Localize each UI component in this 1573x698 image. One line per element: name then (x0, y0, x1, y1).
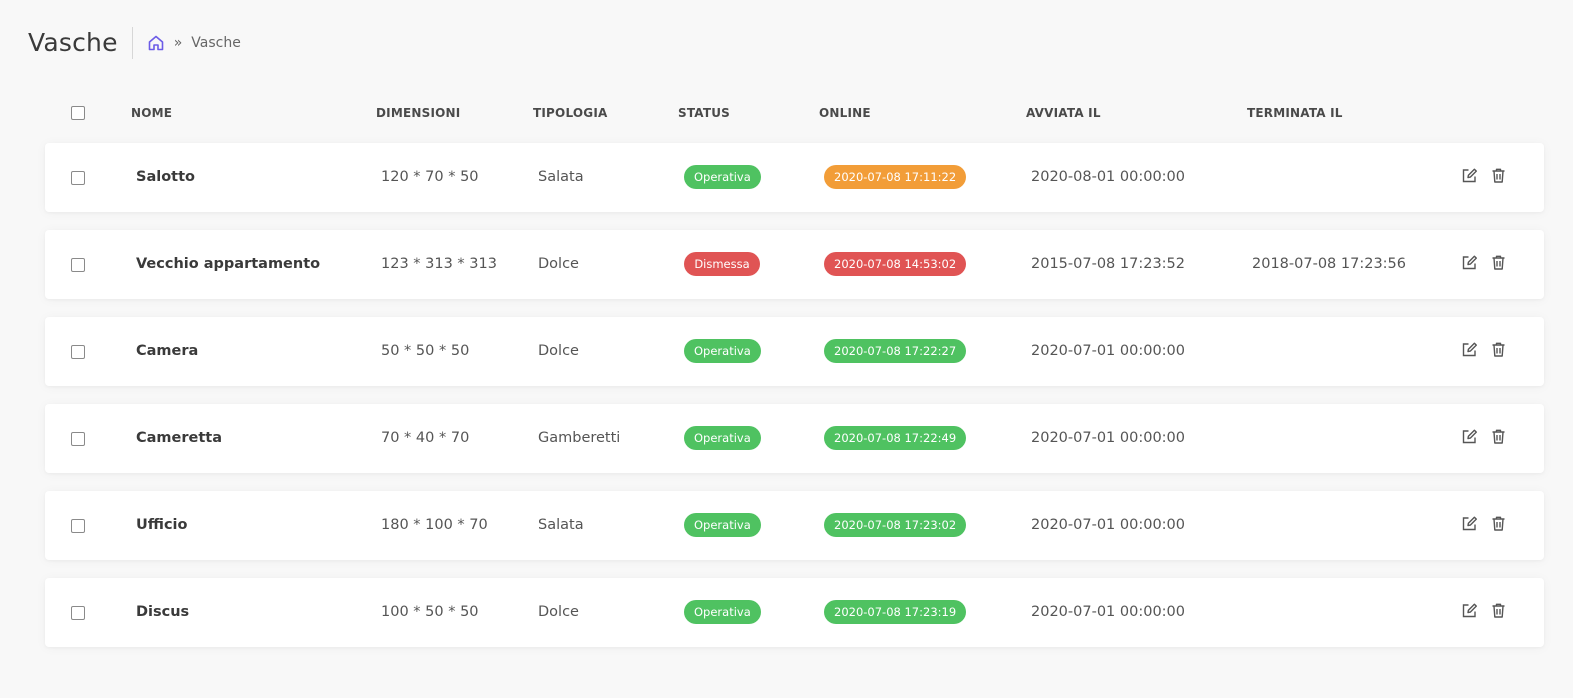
cell-type: Dolce (538, 604, 579, 620)
cell-name[interactable]: Camera (136, 317, 198, 386)
cell-dimensions: 120 * 70 * 50 (381, 169, 479, 185)
column-header-tipologia[interactable]: TIPOLOGIA (533, 104, 607, 122)
online-badge: 2020-07-08 17:22:49 (824, 426, 967, 450)
page-header: Vasche » Vasche (28, 26, 241, 60)
trash-icon[interactable] (1489, 340, 1507, 358)
table-body: Salotto 120 * 70 * 50 Salata Operativa 2… (45, 143, 1544, 665)
select-all-checkbox[interactable] (71, 106, 85, 120)
table-row[interactable]: Vecchio appartamento 123 * 313 * 313 Dol… (45, 230, 1544, 299)
cell-name[interactable]: Ufficio (136, 491, 187, 560)
table-row[interactable]: Camera 50 * 50 * 50 Dolce Operativa 2020… (45, 317, 1544, 386)
cell-dimensions: 100 * 50 * 50 (381, 604, 479, 620)
row-checkbox[interactable] (71, 171, 85, 185)
breadcrumb-separator: » (173, 35, 183, 51)
table-row[interactable]: Discus 100 * 50 * 50 Dolce Operativa 202… (45, 578, 1544, 647)
cell-dimensions: 70 * 40 * 70 (381, 430, 470, 446)
cell-name[interactable]: Discus (136, 578, 189, 647)
trash-icon[interactable] (1489, 427, 1507, 445)
cell-type: Salata (538, 169, 584, 185)
online-badge: 2020-07-08 17:22:27 (824, 339, 967, 363)
cell-started: 2015-07-08 17:23:52 (1031, 256, 1185, 272)
page: Vasche » Vasche NOME DIMENSIONI TIPOLOGI… (0, 0, 1573, 698)
trash-icon[interactable] (1489, 601, 1507, 619)
cell-started: 2020-08-01 00:00:00 (1031, 169, 1185, 185)
status-badge: Operativa (684, 513, 761, 537)
column-header-online[interactable]: ONLINE (819, 104, 871, 122)
table-row[interactable]: Salotto 120 * 70 * 50 Salata Operativa 2… (45, 143, 1544, 212)
cell-dimensions: 123 * 313 * 313 (381, 256, 497, 272)
cell-name[interactable]: Salotto (136, 143, 195, 212)
edit-icon[interactable] (1460, 340, 1478, 358)
cell-started: 2020-07-01 00:00:00 (1031, 604, 1185, 620)
trash-icon[interactable] (1489, 253, 1507, 271)
cell-dimensions: 180 * 100 * 70 (381, 517, 488, 533)
edit-icon[interactable] (1460, 514, 1478, 532)
breadcrumb-current: Vasche (191, 35, 241, 51)
online-badge: 2020-07-08 17:23:19 (824, 600, 967, 624)
cell-started: 2020-07-01 00:00:00 (1031, 517, 1185, 533)
cell-dimensions: 50 * 50 * 50 (381, 343, 470, 359)
edit-icon[interactable] (1460, 253, 1478, 271)
column-header-terminata-il[interactable]: TERMINATA IL (1247, 104, 1343, 122)
row-checkbox[interactable] (71, 432, 85, 446)
cell-started: 2020-07-01 00:00:00 (1031, 343, 1185, 359)
home-icon[interactable] (147, 34, 165, 52)
online-badge: 2020-07-08 17:11:22 (824, 165, 967, 189)
row-checkbox[interactable] (71, 519, 85, 533)
cell-started: 2020-07-01 00:00:00 (1031, 430, 1185, 446)
cell-type: Dolce (538, 256, 579, 272)
column-header-avviata-il[interactable]: AVVIATA IL (1026, 104, 1101, 122)
row-checkbox[interactable] (71, 606, 85, 620)
table-row[interactable]: Ufficio 180 * 100 * 70 Salata Operativa … (45, 491, 1544, 560)
row-checkbox[interactable] (71, 258, 85, 272)
status-badge: Dismessa (684, 252, 760, 276)
cell-type: Gamberetti (538, 430, 621, 446)
column-header-nome[interactable]: NOME (131, 104, 172, 122)
cell-type: Salata (538, 517, 584, 533)
trash-icon[interactable] (1489, 514, 1507, 532)
status-badge: Operativa (684, 165, 761, 189)
trash-icon[interactable] (1489, 166, 1507, 184)
page-title: Vasche (28, 28, 118, 57)
edit-icon[interactable] (1460, 427, 1478, 445)
status-badge: Operativa (684, 426, 761, 450)
column-header-dimensioni[interactable]: DIMENSIONI (376, 104, 460, 122)
table-row[interactable]: Cameretta 70 * 40 * 70 Gamberetti Operat… (45, 404, 1544, 473)
cell-type: Dolce (538, 343, 579, 359)
status-badge: Operativa (684, 339, 761, 363)
cell-name[interactable]: Vecchio appartamento (136, 230, 320, 299)
online-badge: 2020-07-08 14:53:02 (824, 252, 967, 276)
edit-icon[interactable] (1460, 166, 1478, 184)
online-badge: 2020-07-08 17:23:02 (824, 513, 967, 537)
edit-icon[interactable] (1460, 601, 1478, 619)
cell-name[interactable]: Cameretta (136, 404, 222, 473)
title-divider (131, 27, 133, 59)
column-header-status[interactable]: STATUS (678, 104, 730, 122)
row-checkbox[interactable] (71, 345, 85, 359)
status-badge: Operativa (684, 600, 761, 624)
cell-ended: 2018-07-08 17:23:56 (1252, 256, 1406, 272)
